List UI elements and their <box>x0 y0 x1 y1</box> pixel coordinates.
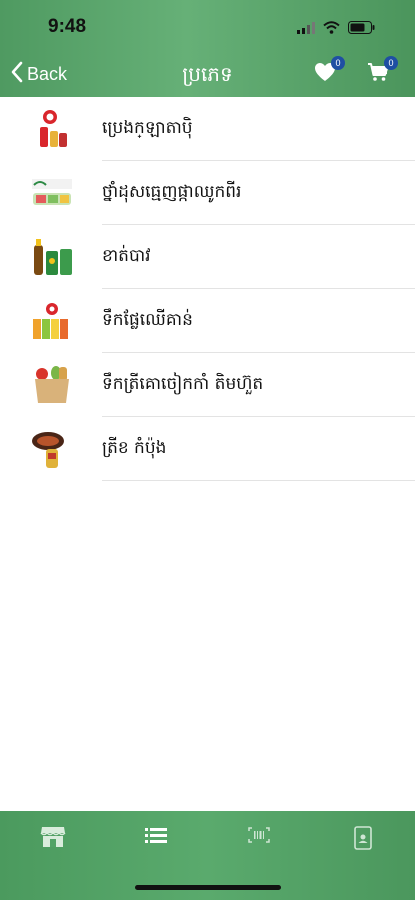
category-list: ប្រេងក្ឡាតាប៉ិ ថ្នាំដុសធ្មេញផ្កាឈូកពីរ ខ… <box>0 97 415 481</box>
status-icons <box>297 19 375 38</box>
category-label: ទឹកផ្លែឈើគាន់ <box>102 310 193 330</box>
nav-bar: Back ប្រភេទ 0 0 <box>0 50 415 97</box>
category-item-canned-fish[interactable]: ត្រីខ កំប៉ុង <box>0 417 415 481</box>
category-label: ត្រីខ កំប៉ុង <box>102 438 167 458</box>
phone-icon <box>354 826 372 852</box>
category-label: ប្រេងក្ឡាតាប៉ិ <box>102 118 193 138</box>
favorites-badge: 0 <box>331 56 345 70</box>
canned-fish-icon <box>30 429 74 469</box>
list-icon <box>145 826 167 852</box>
juice-products-icon <box>30 301 74 341</box>
divider <box>102 480 415 481</box>
category-item-oil[interactable]: ប្រេងក្ឡាតាប៉ិ <box>0 97 415 161</box>
energy-drink-products-icon <box>30 237 74 277</box>
category-item-energy-drink[interactable]: ខាត់បាវ <box>0 225 415 289</box>
tab-store[interactable] <box>38 826 68 852</box>
battery-icon <box>348 19 375 38</box>
grocery-bag-icon <box>30 365 74 405</box>
heart-icon <box>314 63 336 86</box>
page-title: ប្រភេទ <box>182 62 233 86</box>
favorites-button[interactable]: 0 <box>314 56 345 86</box>
status-bar: 9:48 <box>0 0 415 50</box>
home-indicator <box>135 885 281 890</box>
barcode-icon <box>248 826 270 852</box>
cart-badge: 0 <box>384 56 398 70</box>
oil-bottle-products-icon <box>30 109 74 149</box>
category-item-grocery[interactable]: ទឹកត្រីគោចៀកកាំ តិមហ៊ួត <box>0 353 415 417</box>
store-icon <box>40 826 66 852</box>
tab-account[interactable] <box>348 826 378 852</box>
tab-categories[interactable] <box>141 826 171 852</box>
category-label: ទឹកត្រីគោចៀកកាំ តិមហ៊ួត <box>102 374 264 394</box>
status-time: 9:48 <box>48 16 87 37</box>
signal-icon <box>297 19 315 38</box>
app-header: 9:48 Back ប្រភេទ 0 0 <box>0 0 415 97</box>
cart-button[interactable]: 0 <box>367 56 398 86</box>
toothpaste-products-icon <box>30 173 74 213</box>
category-label: ថ្នាំដុសធ្មេញផ្កាឈូកពីរ <box>102 182 242 202</box>
tab-scan[interactable] <box>244 826 274 852</box>
category-item-toothpaste[interactable]: ថ្នាំដុសធ្មេញផ្កាឈូកពីរ <box>0 161 415 225</box>
cart-icon <box>367 63 389 86</box>
wifi-icon <box>323 19 340 38</box>
category-label: ខាត់បាវ <box>102 246 151 266</box>
category-item-juice[interactable]: ទឹកផ្លែឈើគាន់ <box>0 289 415 353</box>
